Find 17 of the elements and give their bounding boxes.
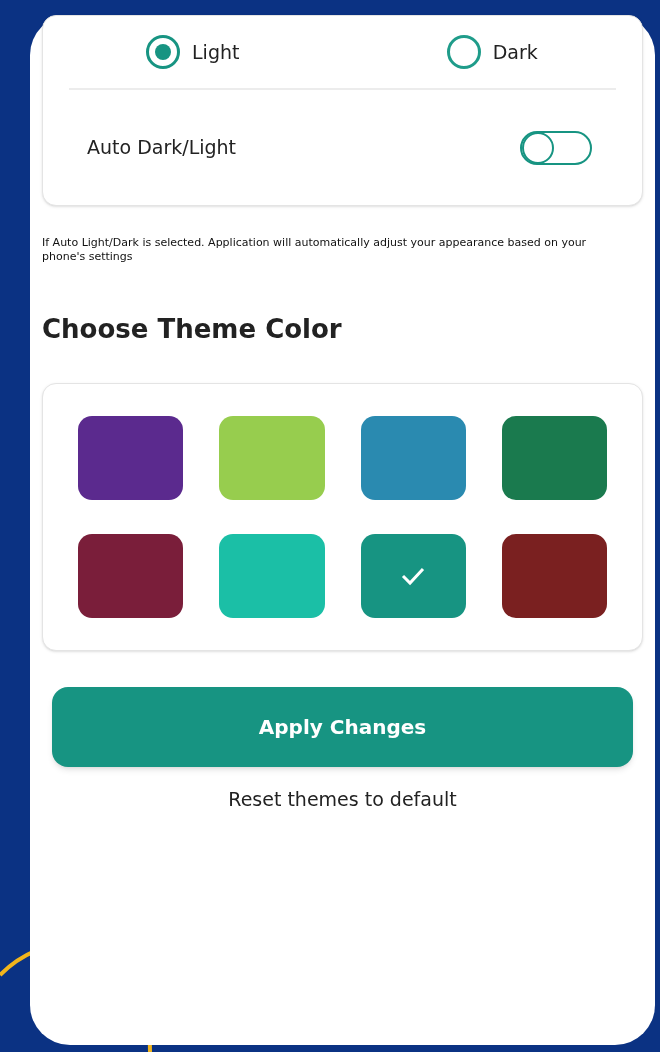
check-icon — [400, 566, 427, 586]
auto-mode-note: If Auto Light/Dark is selected. Application will automatically adjust your appearance based on your phone's settings — [42, 236, 588, 264]
color-swatch[interactable] — [219, 534, 325, 618]
section-heading: Choose Theme Color — [42, 313, 343, 346]
color-swatch[interactable] — [360, 416, 466, 500]
apply-button[interactable]: Apply Changes — [52, 687, 633, 767]
radio-option[interactable]: Dark — [342, 35, 642, 69]
color-swatch[interactable] — [501, 534, 607, 618]
color-swatch[interactable] — [78, 416, 184, 500]
color-swatch[interactable] — [360, 534, 466, 618]
reset-link[interactable]: Reset themes to default — [228, 785, 457, 814]
color-swatch[interactable] — [501, 416, 607, 500]
auto-mode-label: Auto Dark/Light — [87, 135, 237, 161]
radio-option[interactable]: Light — [43, 35, 343, 69]
toggle-switch[interactable] — [520, 130, 592, 165]
color-swatch[interactable] — [78, 534, 184, 618]
color-swatch[interactable] — [219, 416, 325, 500]
